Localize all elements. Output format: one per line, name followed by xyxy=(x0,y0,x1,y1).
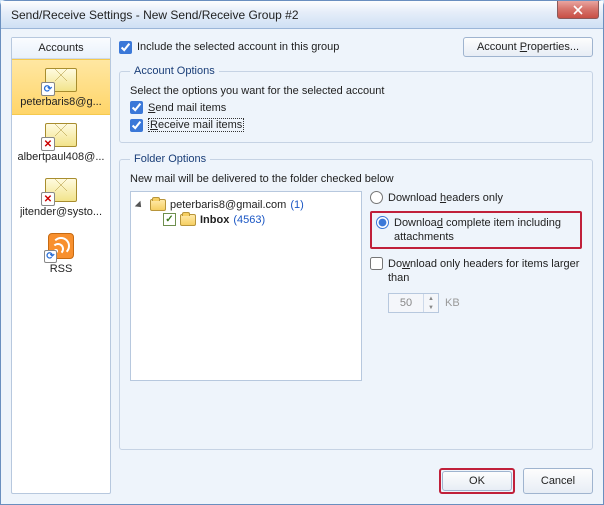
folder-options-legend: Folder Options xyxy=(130,153,210,165)
folder-tree[interactable]: peterbaris8@gmail.com (1) ✓ Inbox (4563) xyxy=(130,191,362,381)
folder-icon xyxy=(150,199,166,211)
tree-inbox-row[interactable]: ✓ Inbox (4563) xyxy=(163,212,355,227)
tree-root-row[interactable]: peterbaris8@gmail.com (1) xyxy=(137,198,355,212)
download-headers-radio[interactable] xyxy=(370,191,383,204)
close-window-button[interactable] xyxy=(557,1,599,19)
download-complete-radio-label[interactable]: Download complete item including attachm… xyxy=(376,216,576,244)
window-title: Send/Receive Settings - New Send/Receive… xyxy=(11,8,299,22)
rss-icon: ⟳ xyxy=(48,233,74,259)
folder-options-desc: New mail will be delivered to the folder… xyxy=(130,173,582,185)
download-limit-checkbox[interactable] xyxy=(370,257,383,270)
folder-check-icon[interactable]: ✓ xyxy=(163,213,176,226)
expand-collapse-icon[interactable] xyxy=(137,201,146,210)
account-options-desc: Select the options you want for the sele… xyxy=(130,85,582,97)
account-label: albertpaul408@... xyxy=(17,151,104,163)
accounts-header: Accounts xyxy=(12,38,110,59)
receive-mail-checkbox[interactable] xyxy=(130,119,143,132)
kb-label: KB xyxy=(445,297,460,309)
close-icon xyxy=(573,5,583,15)
account-properties-button[interactable]: Account Properties... xyxy=(463,37,593,57)
account-label: jitender@systo... xyxy=(20,206,102,218)
spin-up-icon[interactable]: ▲ xyxy=(424,294,438,303)
accounts-panel: Accounts ⟳ peterbaris8@g... ✕ albertpaul… xyxy=(11,37,111,494)
folder-icon xyxy=(180,214,196,226)
account-item-rss[interactable]: ⟳ RSS xyxy=(12,225,110,282)
download-limit-check-label[interactable]: Download only headers for items larger t… xyxy=(370,257,582,285)
mail-account-icon: ✕ xyxy=(45,123,77,147)
size-input[interactable] xyxy=(389,294,423,312)
spin-down-icon[interactable]: ▼ xyxy=(424,303,438,312)
ok-highlight: OK xyxy=(439,468,515,494)
download-headers-radio-label[interactable]: Download headers only xyxy=(370,191,582,205)
send-mail-checkbox[interactable] xyxy=(130,101,143,114)
account-options-legend: Account Options xyxy=(130,65,219,77)
account-label: RSS xyxy=(50,263,73,275)
mail-account-icon: ✕ xyxy=(45,178,77,202)
folder-options-group: Folder Options New mail will be delivere… xyxy=(119,153,593,450)
include-account-checkbox-label[interactable]: Include the selected account in this gro… xyxy=(119,41,339,54)
account-item[interactable]: ✕ jitender@systo... xyxy=(12,170,110,225)
account-label: peterbaris8@g... xyxy=(20,96,102,108)
size-spinner[interactable]: ▲▼ xyxy=(388,293,439,313)
account-item[interactable]: ✕ albertpaul408@... xyxy=(12,115,110,170)
account-options-group: Account Options Select the options you w… xyxy=(119,65,593,143)
download-complete-radio[interactable] xyxy=(376,216,389,229)
mail-account-icon: ⟳ xyxy=(45,68,77,92)
ok-button[interactable]: OK xyxy=(442,471,512,491)
include-account-checkbox[interactable] xyxy=(119,41,132,54)
account-item[interactable]: ⟳ peterbaris8@g... xyxy=(12,59,110,115)
title-bar: Send/Receive Settings - New Send/Receive… xyxy=(1,1,603,29)
highlighted-option: Download complete item including attachm… xyxy=(370,211,582,249)
cancel-button[interactable]: Cancel xyxy=(523,468,593,494)
